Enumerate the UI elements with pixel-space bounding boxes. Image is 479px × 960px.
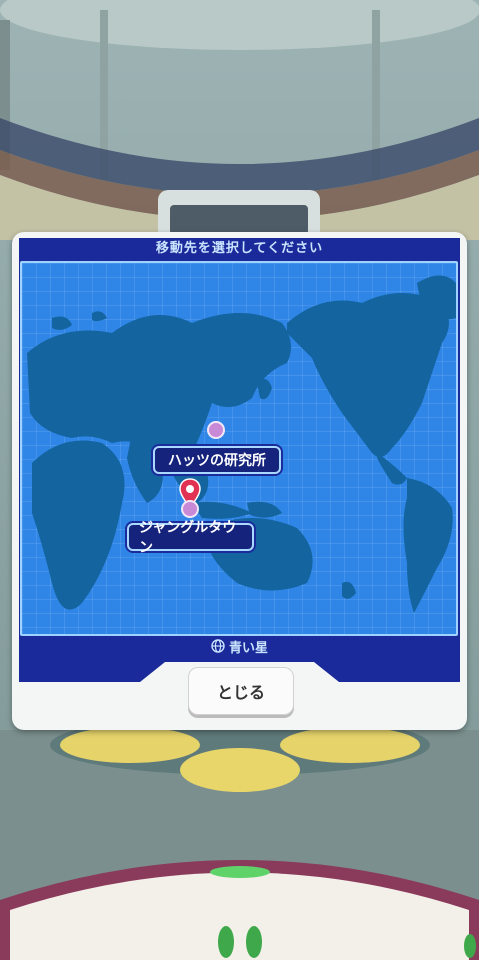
location-label-hats-lab[interactable]: ハッツの研究所 xyxy=(153,446,281,474)
islands-north xyxy=(52,316,72,330)
planet-bar: 青い星 xyxy=(19,636,460,656)
dialog-title: 移動先を選択してください xyxy=(155,241,324,256)
location-dot-jungle-town[interactable] xyxy=(181,500,199,518)
islands-japan xyxy=(257,379,272,400)
continent-central-america xyxy=(377,453,407,485)
islands-new-guinea xyxy=(247,501,282,518)
islands-north-2 xyxy=(92,311,107,322)
location-dot-hats-lab[interactable] xyxy=(207,421,225,439)
continent-africa xyxy=(32,440,125,610)
continent-eurasia xyxy=(27,313,291,457)
close-button[interactable]: とじる xyxy=(188,667,294,715)
continent-north-america xyxy=(287,293,449,457)
location-label-jungle-town[interactable]: ジャングルタウン xyxy=(127,520,254,556)
globe-icon xyxy=(211,639,225,653)
planet-name: 青い星 xyxy=(228,640,268,656)
islands-new-zealand xyxy=(342,581,356,599)
continent-south-america xyxy=(403,478,453,613)
